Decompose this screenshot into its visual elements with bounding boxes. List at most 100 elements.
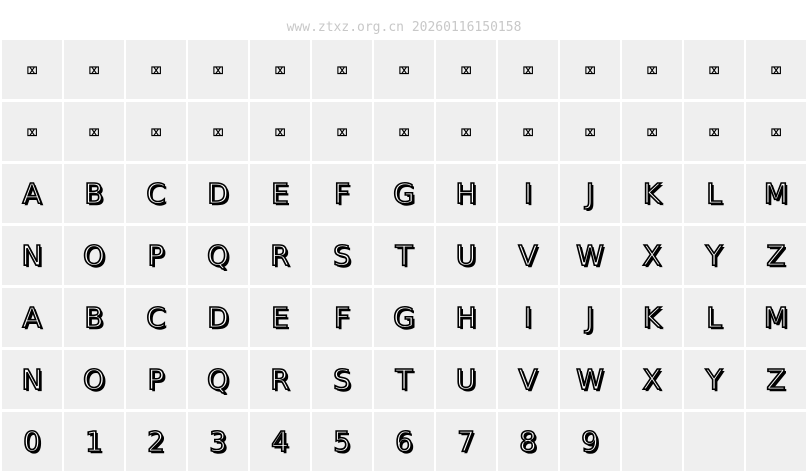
glyph-cell: ⌧ [188,102,248,161]
glyph-cell: I [498,164,558,223]
glyph-cell: 8 [498,412,558,471]
glyph-char: Q [206,238,230,272]
glyph-char: N [21,238,44,272]
missing-glyph-icon: ⌧ [25,119,39,144]
glyph-cell: A [2,164,62,223]
glyph-char: D [206,300,229,334]
glyph-cell: 1 [64,412,124,471]
glyph-char: Q [206,362,230,396]
glyph-cell: J [560,288,620,347]
glyph-cell: H [436,164,496,223]
glyph-cell: C [126,288,186,347]
glyph-char: 3 [208,424,227,458]
glyph-char: X [642,238,663,272]
glyph-cell: ⌧ [622,40,682,99]
glyph-char: 6 [394,424,413,458]
glyph-cell: F [312,288,372,347]
missing-glyph-icon: ⌧ [25,57,39,82]
glyph-char: 7 [456,424,475,458]
glyph-char: B [84,300,105,334]
glyph-cell: F [312,164,372,223]
glyph-cell: W [560,350,620,409]
glyph-char: Z [766,362,787,396]
glyph-cell: E [250,288,310,347]
glyph-char: W [575,238,604,272]
missing-glyph-icon: ⌧ [149,57,163,82]
glyph-cell: D [188,164,248,223]
glyph-cell: ⌧ [684,40,744,99]
glyph-cell: ⌧ [560,102,620,161]
missing-glyph-icon: ⌧ [521,119,535,144]
glyph-cell: U [436,226,496,285]
glyph-char: X [642,362,663,396]
glyph-char: U [455,238,477,272]
glyph-cell: ⌧ [746,102,806,161]
glyph-cell: A [2,288,62,347]
glyph-cell: 2 [126,412,186,471]
glyph-char: U [455,362,477,396]
glyph-char: A [22,176,43,210]
glyph-cell: X [622,226,682,285]
glyph-cell: N [2,350,62,409]
glyph-char: W [575,362,604,396]
glyph-cell: O [64,226,124,285]
glyph-cell: L [684,288,744,347]
glyph-char: O [82,362,106,396]
glyph-char: P [147,362,165,396]
glyph-char: V [518,362,539,396]
glyph-cell: ⌧ [436,40,496,99]
missing-glyph-icon: ⌧ [459,119,473,144]
glyph-cell: Q [188,226,248,285]
glyph-cell: 0 [2,412,62,471]
glyph-cell: ⌧ [312,40,372,99]
missing-glyph-icon: ⌧ [273,119,287,144]
glyph-cell: Q [188,350,248,409]
glyph-cell: P [126,226,186,285]
glyph-cell: ⌧ [560,40,620,99]
glyph-cell [746,412,806,471]
missing-glyph-icon: ⌧ [707,57,721,82]
glyph-cell: B [64,164,124,223]
glyph-char: Y [705,362,724,396]
glyph-char: L [705,176,722,210]
glyph-char: D [206,176,229,210]
glyph-cell: ⌧ [746,40,806,99]
glyph-cell: K [622,164,682,223]
glyph-cell: S [312,350,372,409]
glyph-char: F [333,176,351,210]
glyph-cell [622,412,682,471]
glyph-cell: T [374,350,434,409]
glyph-cell: ⌧ [684,102,744,161]
glyph-char: F [333,300,351,334]
glyph-cell: V [498,226,558,285]
missing-glyph-icon: ⌧ [769,119,783,144]
watermark-text: www.ztxz.org.cn 20260116150158 [286,20,522,35]
glyph-char: 9 [580,424,599,458]
glyph-char: R [269,362,290,396]
glyph-cell: G [374,164,434,223]
glyph-cell: W [560,226,620,285]
glyph-cell: N [2,226,62,285]
glyph-char: M [763,300,789,334]
glyph-char: 0 [22,424,41,458]
glyph-char: E [270,176,289,210]
glyph-cell: ⌧ [498,40,558,99]
glyph-char: I [523,176,533,210]
glyph-cell: ⌧ [64,102,124,161]
glyph-cell: ⌧ [374,102,434,161]
missing-glyph-icon: ⌧ [397,57,411,82]
glyph-cell: M [746,164,806,223]
missing-glyph-icon: ⌧ [645,57,659,82]
missing-glyph-icon: ⌧ [397,119,411,144]
missing-glyph-icon: ⌧ [149,119,163,144]
glyph-char: J [585,176,595,210]
glyph-grid: ⌧ ⌧ ⌧ ⌧ ⌧ ⌧ ⌧ ⌧ ⌧ ⌧ ⌧ ⌧ ⌧ ⌧ ⌧ ⌧ ⌧ ⌧ ⌧ ⌧ ⌧ ⌧ ⌧ ⌧ ⌧ ⌧ A B C D E F G H I J K L M N… [2,40,808,476]
glyph-cell: ⌧ [188,40,248,99]
glyph-char: E [270,300,289,334]
glyph-cell: O [64,350,124,409]
glyph-char: S [332,238,351,272]
missing-glyph-icon: ⌧ [335,119,349,144]
glyph-cell: B [64,288,124,347]
glyph-char: K [642,176,662,210]
glyph-char: 4 [270,424,289,458]
